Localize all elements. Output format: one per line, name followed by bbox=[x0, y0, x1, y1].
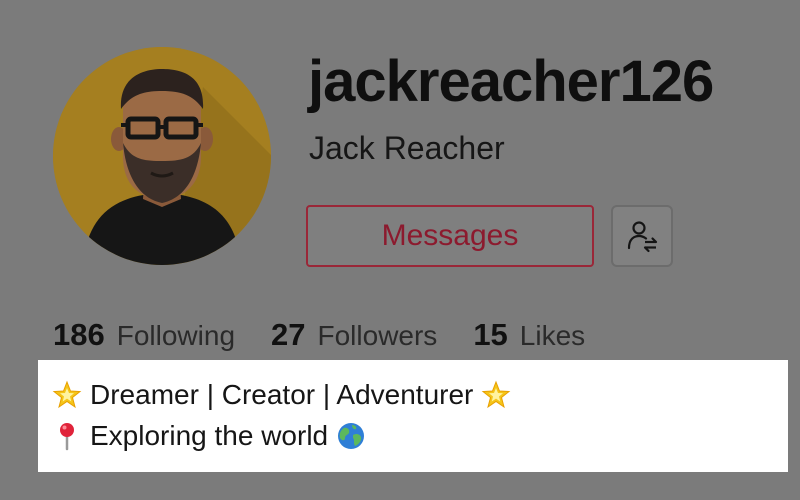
star-icon bbox=[482, 380, 511, 408]
profile-username: jackreacher126 bbox=[308, 49, 714, 114]
likes-label: Likes bbox=[519, 320, 586, 351]
star-icon bbox=[52, 380, 82, 408]
profile-bio: Dreamer | Creator | Adventurer Exploring… bbox=[38, 360, 788, 472]
following-count: 186 bbox=[53, 317, 105, 352]
stat-followers[interactable]: 27 Followers bbox=[271, 317, 437, 353]
avatar-illustration bbox=[53, 47, 271, 265]
globe-icon bbox=[338, 422, 365, 449]
following-label: Following bbox=[116, 320, 236, 351]
friend-options-button[interactable] bbox=[611, 205, 673, 267]
likes-count: 15 bbox=[473, 317, 508, 352]
messages-button[interactable]: Messages bbox=[306, 205, 594, 267]
person-swap-icon bbox=[627, 221, 658, 253]
profile-avatar[interactable] bbox=[53, 47, 271, 265]
profile-stats: 186 Following 27 Followers 15 Likes bbox=[53, 312, 621, 358]
followers-count: 27 bbox=[271, 317, 306, 352]
stat-following[interactable]: 186 Following bbox=[53, 317, 235, 353]
bio-line-2: Exploring the world bbox=[52, 415, 788, 456]
bio-line-1: Dreamer | Creator | Adventurer bbox=[52, 374, 788, 415]
stat-likes[interactable]: 15 Likes bbox=[473, 317, 585, 353]
followers-label: Followers bbox=[317, 320, 438, 351]
bio-text-1: Dreamer | Creator | Adventurer bbox=[90, 379, 474, 410]
profile-display-name: Jack Reacher bbox=[309, 130, 505, 166]
bio-text-2: Exploring the world bbox=[90, 420, 329, 451]
pin-icon bbox=[60, 422, 74, 450]
